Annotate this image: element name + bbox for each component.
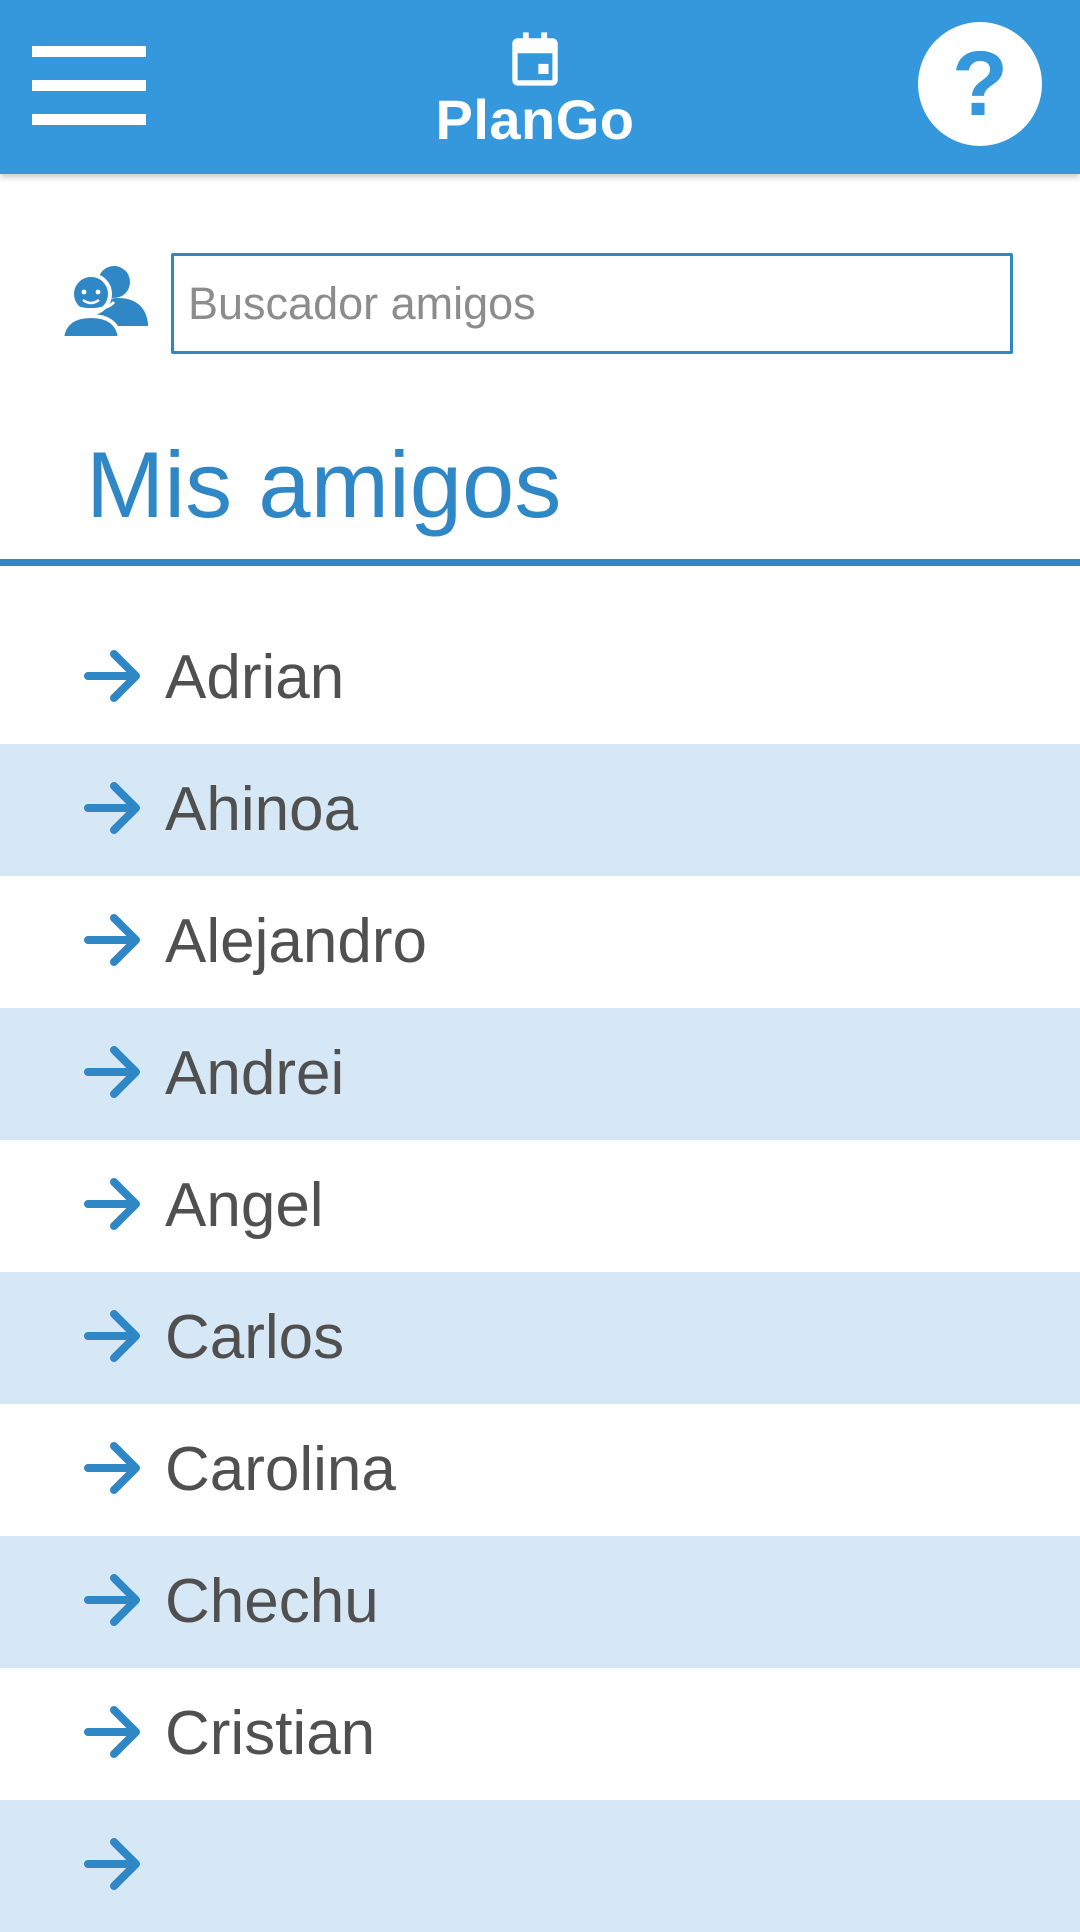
section-title: Mis amigos (86, 432, 562, 537)
hamburger-menu-icon (32, 46, 146, 57)
friend-name: Cristian (165, 1699, 376, 1768)
friend-list-item[interactable]: Andrei (0, 1008, 1080, 1140)
friend-search-input[interactable] (171, 253, 1013, 354)
friend-list-item[interactable]: Alejandro (0, 876, 1080, 1008)
friends-icon (62, 266, 148, 338)
hamburger-menu-icon-bar (32, 114, 146, 125)
arrow-right-icon (84, 782, 140, 834)
friend-name: Carolina (165, 1435, 396, 1504)
friend-list-item[interactable]: Cristian (0, 1668, 1080, 1800)
friend-name: Ahinoa (165, 775, 359, 844)
friend-name: Andrei (165, 1039, 345, 1108)
friends-list: Adrian Ahinoa Alejandro Andrei Angel Car… (0, 612, 1080, 1932)
arrow-right-icon (84, 650, 140, 702)
arrow-right-icon (84, 1838, 140, 1890)
friend-list-item[interactable]: Carolina (0, 1404, 1080, 1536)
arrow-right-icon (84, 1706, 140, 1758)
help-button[interactable]: ? (918, 22, 1042, 146)
friend-name: Adrian (165, 643, 345, 712)
friend-name: Alejandro (165, 907, 427, 976)
friend-name: Angel (165, 1171, 324, 1240)
app-header: PlanGo ? (0, 0, 1080, 174)
hamburger-menu-icon-bar (32, 80, 146, 91)
friend-list-item[interactable]: Adrian (0, 612, 1080, 744)
section-divider (0, 559, 1080, 566)
arrow-right-icon (84, 1574, 140, 1626)
app-title: PlanGo (435, 88, 635, 151)
arrow-right-icon (84, 1046, 140, 1098)
friend-name: Carlos (165, 1303, 345, 1372)
friend-list-item[interactable]: Carlos (0, 1272, 1080, 1404)
friend-list-item[interactable]: Ahinoa (0, 744, 1080, 876)
app-logo[interactable]: PlanGo (390, 30, 680, 160)
calendar-icon (512, 32, 558, 86)
menu-button[interactable] (32, 46, 146, 126)
friend-list-item[interactable] (0, 1800, 1080, 1932)
arrow-right-icon (84, 914, 140, 966)
friend-list-item[interactable]: Angel (0, 1140, 1080, 1272)
arrow-right-icon (84, 1442, 140, 1494)
question-mark-icon: ? (951, 33, 1009, 135)
arrow-right-icon (84, 1178, 140, 1230)
friend-name: Chechu (165, 1567, 379, 1636)
arrow-right-icon (84, 1310, 140, 1362)
friend-list-item[interactable]: Chechu (0, 1536, 1080, 1668)
